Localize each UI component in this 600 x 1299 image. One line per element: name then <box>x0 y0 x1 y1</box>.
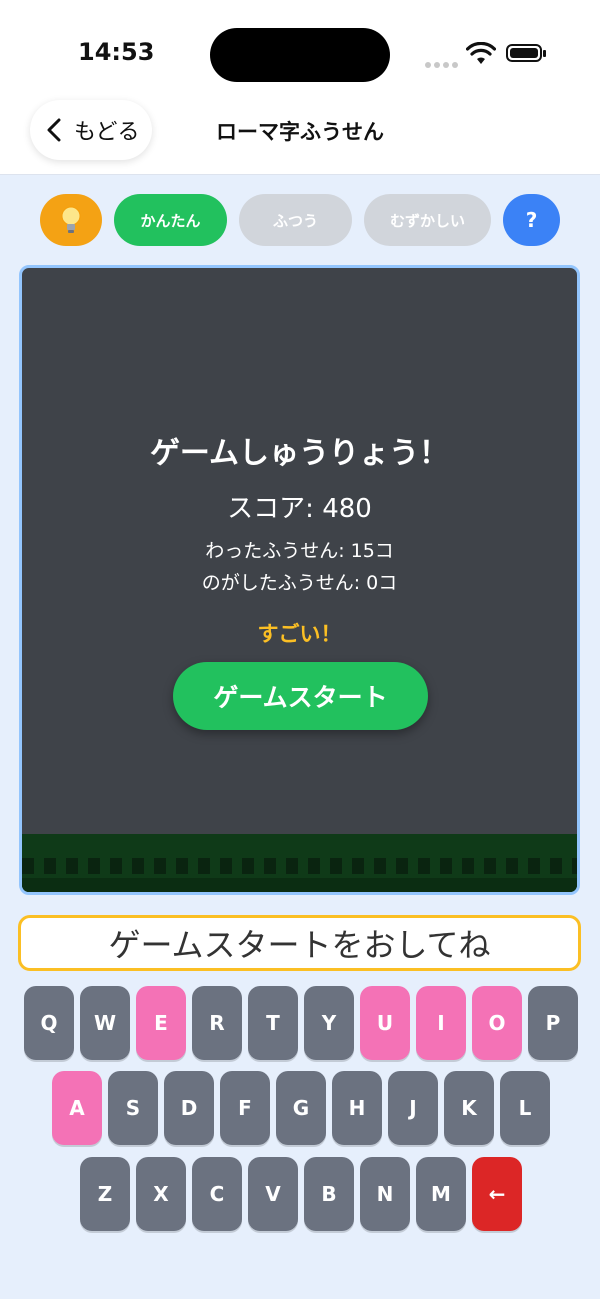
key-c[interactable]: C <box>192 1157 242 1231</box>
game-over-panel: ゲームしゅうりょう！ スコア: 480 わったふうせん: 15コ のがしたふうせ… <box>22 268 577 892</box>
key-x[interactable]: X <box>136 1157 186 1231</box>
backspace-key[interactable]: ← <box>472 1157 522 1231</box>
praise-text: すごい！ <box>257 622 342 646</box>
hint-button[interactable] <box>40 194 102 246</box>
status-time: 14:53 <box>78 38 155 66</box>
page-title: ローマ字ふうせん <box>216 120 384 144</box>
grass-ground <box>22 834 577 892</box>
navigation-bar: もどる ローマ字ふうせん <box>0 100 600 175</box>
game-start-button[interactable]: ゲームスタート <box>173 662 428 730</box>
lightbulb-icon <box>61 206 81 233</box>
key-l[interactable]: L <box>500 1071 550 1145</box>
dynamic-island <box>210 28 390 82</box>
prompt-display: ゲームスタートをおしてね <box>18 915 581 971</box>
difficulty-easy-button[interactable]: かんたん <box>114 194 227 246</box>
key-q[interactable]: Q <box>24 986 74 1060</box>
status-bar: 14:53 <box>0 0 600 100</box>
key-n[interactable]: N <box>360 1157 410 1231</box>
key-e[interactable]: E <box>136 986 186 1060</box>
key-s[interactable]: S <box>108 1071 158 1145</box>
difficulty-normal-button[interactable]: ふつう <box>239 194 352 246</box>
game-over-title: ゲームしゅうりょう！ <box>149 436 450 471</box>
key-v[interactable]: V <box>248 1157 298 1231</box>
key-t[interactable]: T <box>248 986 298 1060</box>
key-y[interactable]: Y <box>304 986 354 1060</box>
key-p[interactable]: P <box>528 986 578 1060</box>
key-j[interactable]: J <box>388 1071 438 1145</box>
cellular-signal-icon <box>425 53 461 72</box>
key-k[interactable]: K <box>444 1071 494 1145</box>
key-w[interactable]: W <box>80 986 130 1060</box>
wifi-icon <box>466 42 496 64</box>
difficulty-hard-button[interactable]: むずかしい <box>364 194 491 246</box>
difficulty-toolbar: かんたん ふつう むずかしい ? <box>0 194 600 248</box>
game-screen: かんたん ふつう むずかしい ? ゲームしゅうりょう！ スコア: 480 わった… <box>0 175 600 1299</box>
key-i[interactable]: I <box>416 986 466 1060</box>
key-d[interactable]: D <box>164 1071 214 1145</box>
score-text: スコア: 480 <box>227 494 372 524</box>
key-a[interactable]: A <box>52 1071 102 1145</box>
battery-icon <box>506 44 546 62</box>
popped-balloons-text: わったふうせん: 15コ <box>205 540 394 562</box>
key-f[interactable]: F <box>220 1071 270 1145</box>
key-h[interactable]: H <box>332 1071 382 1145</box>
game-area: ゲームしゅうりょう！ スコア: 480 わったふうせん: 15コ のがしたふうせ… <box>19 265 580 895</box>
key-u[interactable]: U <box>360 986 410 1060</box>
key-g[interactable]: G <box>276 1071 326 1145</box>
key-o[interactable]: O <box>472 986 522 1060</box>
key-r[interactable]: R <box>192 986 242 1060</box>
key-z[interactable]: Z <box>80 1157 130 1231</box>
grass-tufts <box>22 858 577 874</box>
key-m[interactable]: M <box>416 1157 466 1231</box>
key-b[interactable]: B <box>304 1157 354 1231</box>
grass-base <box>22 878 577 892</box>
missed-balloons-text: のがしたふうせん: 0コ <box>201 572 398 594</box>
help-button[interactable]: ? <box>503 194 560 246</box>
